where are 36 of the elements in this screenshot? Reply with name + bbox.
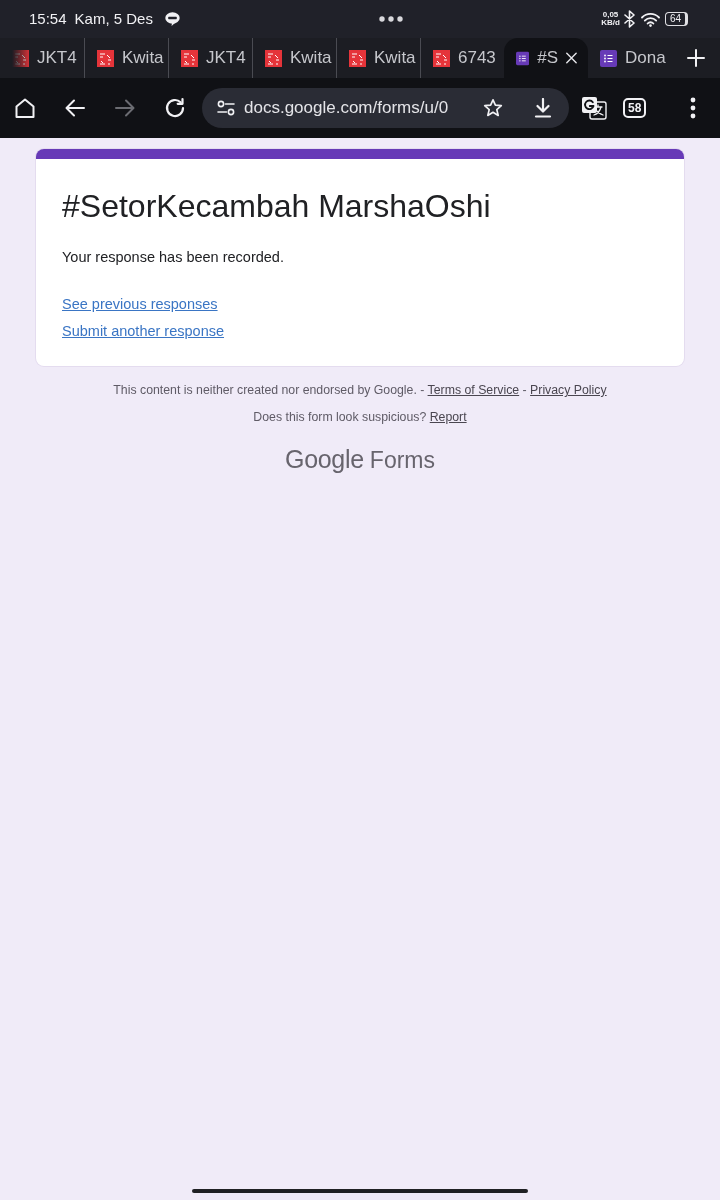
- ellipsis-icon[interactable]: [378, 16, 403, 22]
- status-date: Kam, 5 Des: [74, 8, 153, 29]
- confirmation-message: Your response has been recorded.: [62, 248, 285, 267]
- footer-text: This content is neither created nor endorsed by Google. - Terms of Service - Privacy Policy: [112, 382, 608, 399]
- close-icon[interactable]: [566, 51, 577, 65]
- bookmark-star-icon[interactable]: [483, 98, 503, 118]
- footer-link[interactable]: Terms of Service: [427, 383, 520, 397]
- wifi-icon: [640, 11, 660, 27]
- home-icon[interactable]: [14, 97, 36, 119]
- battery-level: 64: [664, 12, 688, 26]
- network-speed-unit: KB/d: [601, 19, 620, 27]
- footer-link[interactable]: Report: [429, 410, 467, 424]
- response-link[interactable]: See previous responses: [62, 294, 218, 314]
- product-name: Forms: [369, 446, 435, 475]
- download-icon[interactable]: [534, 98, 552, 118]
- add-icon[interactable]: [687, 49, 705, 67]
- address-bar[interactable]: docs.google.com/forms/u/0: [202, 88, 569, 128]
- reload-icon[interactable]: [164, 97, 186, 119]
- footer-link[interactable]: Privacy Policy: [530, 383, 607, 397]
- tab-switcher-button[interactable]: 58: [623, 98, 647, 118]
- more-options-icon[interactable]: [690, 97, 697, 119]
- browser-tab[interactable]: #S: [504, 38, 588, 78]
- footer-text: Does this form look suspicious? Report: [252, 409, 468, 426]
- translate-icon[interactable]: [581, 96, 607, 120]
- network-speed: 0,05: [601, 11, 620, 19]
- status-time: 15:54: [29, 8, 67, 29]
- brand-name: Google: [285, 444, 364, 474]
- site-settings-icon[interactable]: [217, 100, 235, 116]
- response-link[interactable]: Submit another response: [62, 321, 224, 341]
- browser-tab[interactable]: JKT4: [0, 38, 84, 78]
- back-arrow-icon[interactable]: [64, 97, 86, 119]
- browser-tab[interactable]: Dona: [588, 38, 672, 78]
- chat-bubble-icon: [164, 12, 180, 26]
- form-title: #SetorKecambah MarshaOshi: [62, 187, 492, 226]
- url-text: docs.google.com/forms/u/0: [244, 97, 450, 120]
- bluetooth-icon: [623, 10, 635, 28]
